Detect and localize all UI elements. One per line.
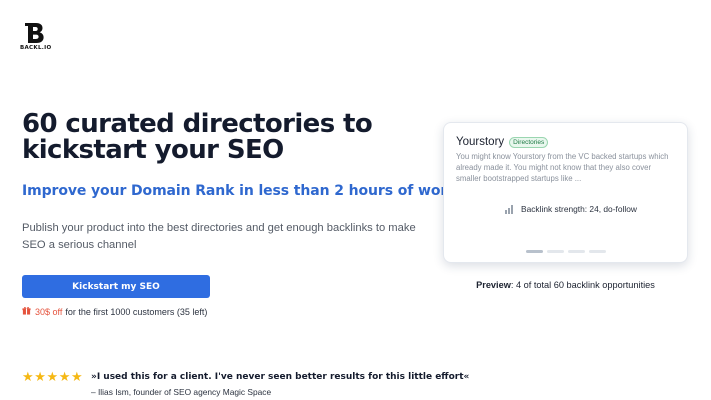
category-badge: Directories bbox=[509, 136, 549, 148]
logo-b-icon bbox=[25, 23, 44, 43]
testimonial-quote: »I used this for a client. I've never se… bbox=[91, 372, 470, 382]
backlink-strength-text: Backlink strength: 24, do-follow bbox=[521, 204, 637, 214]
carousel-dot[interactable] bbox=[568, 250, 585, 253]
testimonial-attribution: – Ilias Ism, founder of SEO agency Magic… bbox=[91, 387, 272, 397]
preview-caption: Preview: 4 of total 60 backlink opportun… bbox=[443, 280, 688, 290]
carousel-dot[interactable] bbox=[589, 250, 606, 253]
page-title: 60 curated directories to kickstart your… bbox=[22, 109, 373, 165]
carousel-dots bbox=[526, 250, 610, 253]
card-description: You might know Yourstory from the VC bac… bbox=[456, 152, 669, 183]
preview-label: Preview bbox=[476, 280, 511, 290]
star-icon: ★ bbox=[71, 369, 83, 384]
subheadline: Improve your Domain Rank in less than 2 … bbox=[22, 183, 457, 199]
brand-name: BACKL.IO bbox=[20, 45, 52, 51]
rating-stars: ★ ★ ★ ★ ★ bbox=[22, 370, 83, 383]
card-title: Yourstory bbox=[456, 136, 505, 148]
star-icon: ★ bbox=[34, 369, 46, 384]
lead-paragraph: Publish your product into the best direc… bbox=[22, 222, 416, 251]
brand-logo[interactable]: BACKL.IO bbox=[20, 22, 52, 51]
backlink-strength: Backlink strength: 24, do-follow bbox=[505, 204, 637, 214]
star-icon: ★ bbox=[58, 369, 71, 384]
star-icon: ★ bbox=[46, 369, 59, 384]
discount-text: for the first 1000 customers (35 left) bbox=[65, 306, 208, 317]
directory-preview-card[interactable]: Yourstory Directories You might know You… bbox=[443, 122, 688, 263]
carousel-dot[interactable] bbox=[547, 250, 564, 253]
kickstart-seo-button[interactable]: Kickstart my SEO bbox=[22, 275, 210, 298]
star-icon: ★ bbox=[22, 369, 34, 384]
gift-icon bbox=[22, 306, 31, 317]
discount-note: 30$ off for the first 1000 customers (35… bbox=[22, 306, 207, 317]
carousel-dot[interactable] bbox=[526, 250, 543, 253]
bar-chart-icon bbox=[505, 204, 514, 214]
discount-amount: 30$ off bbox=[35, 306, 63, 317]
preview-text: : 4 of total 60 backlink opportunities bbox=[510, 280, 655, 290]
card-header: Yourstory Directories bbox=[456, 136, 549, 148]
